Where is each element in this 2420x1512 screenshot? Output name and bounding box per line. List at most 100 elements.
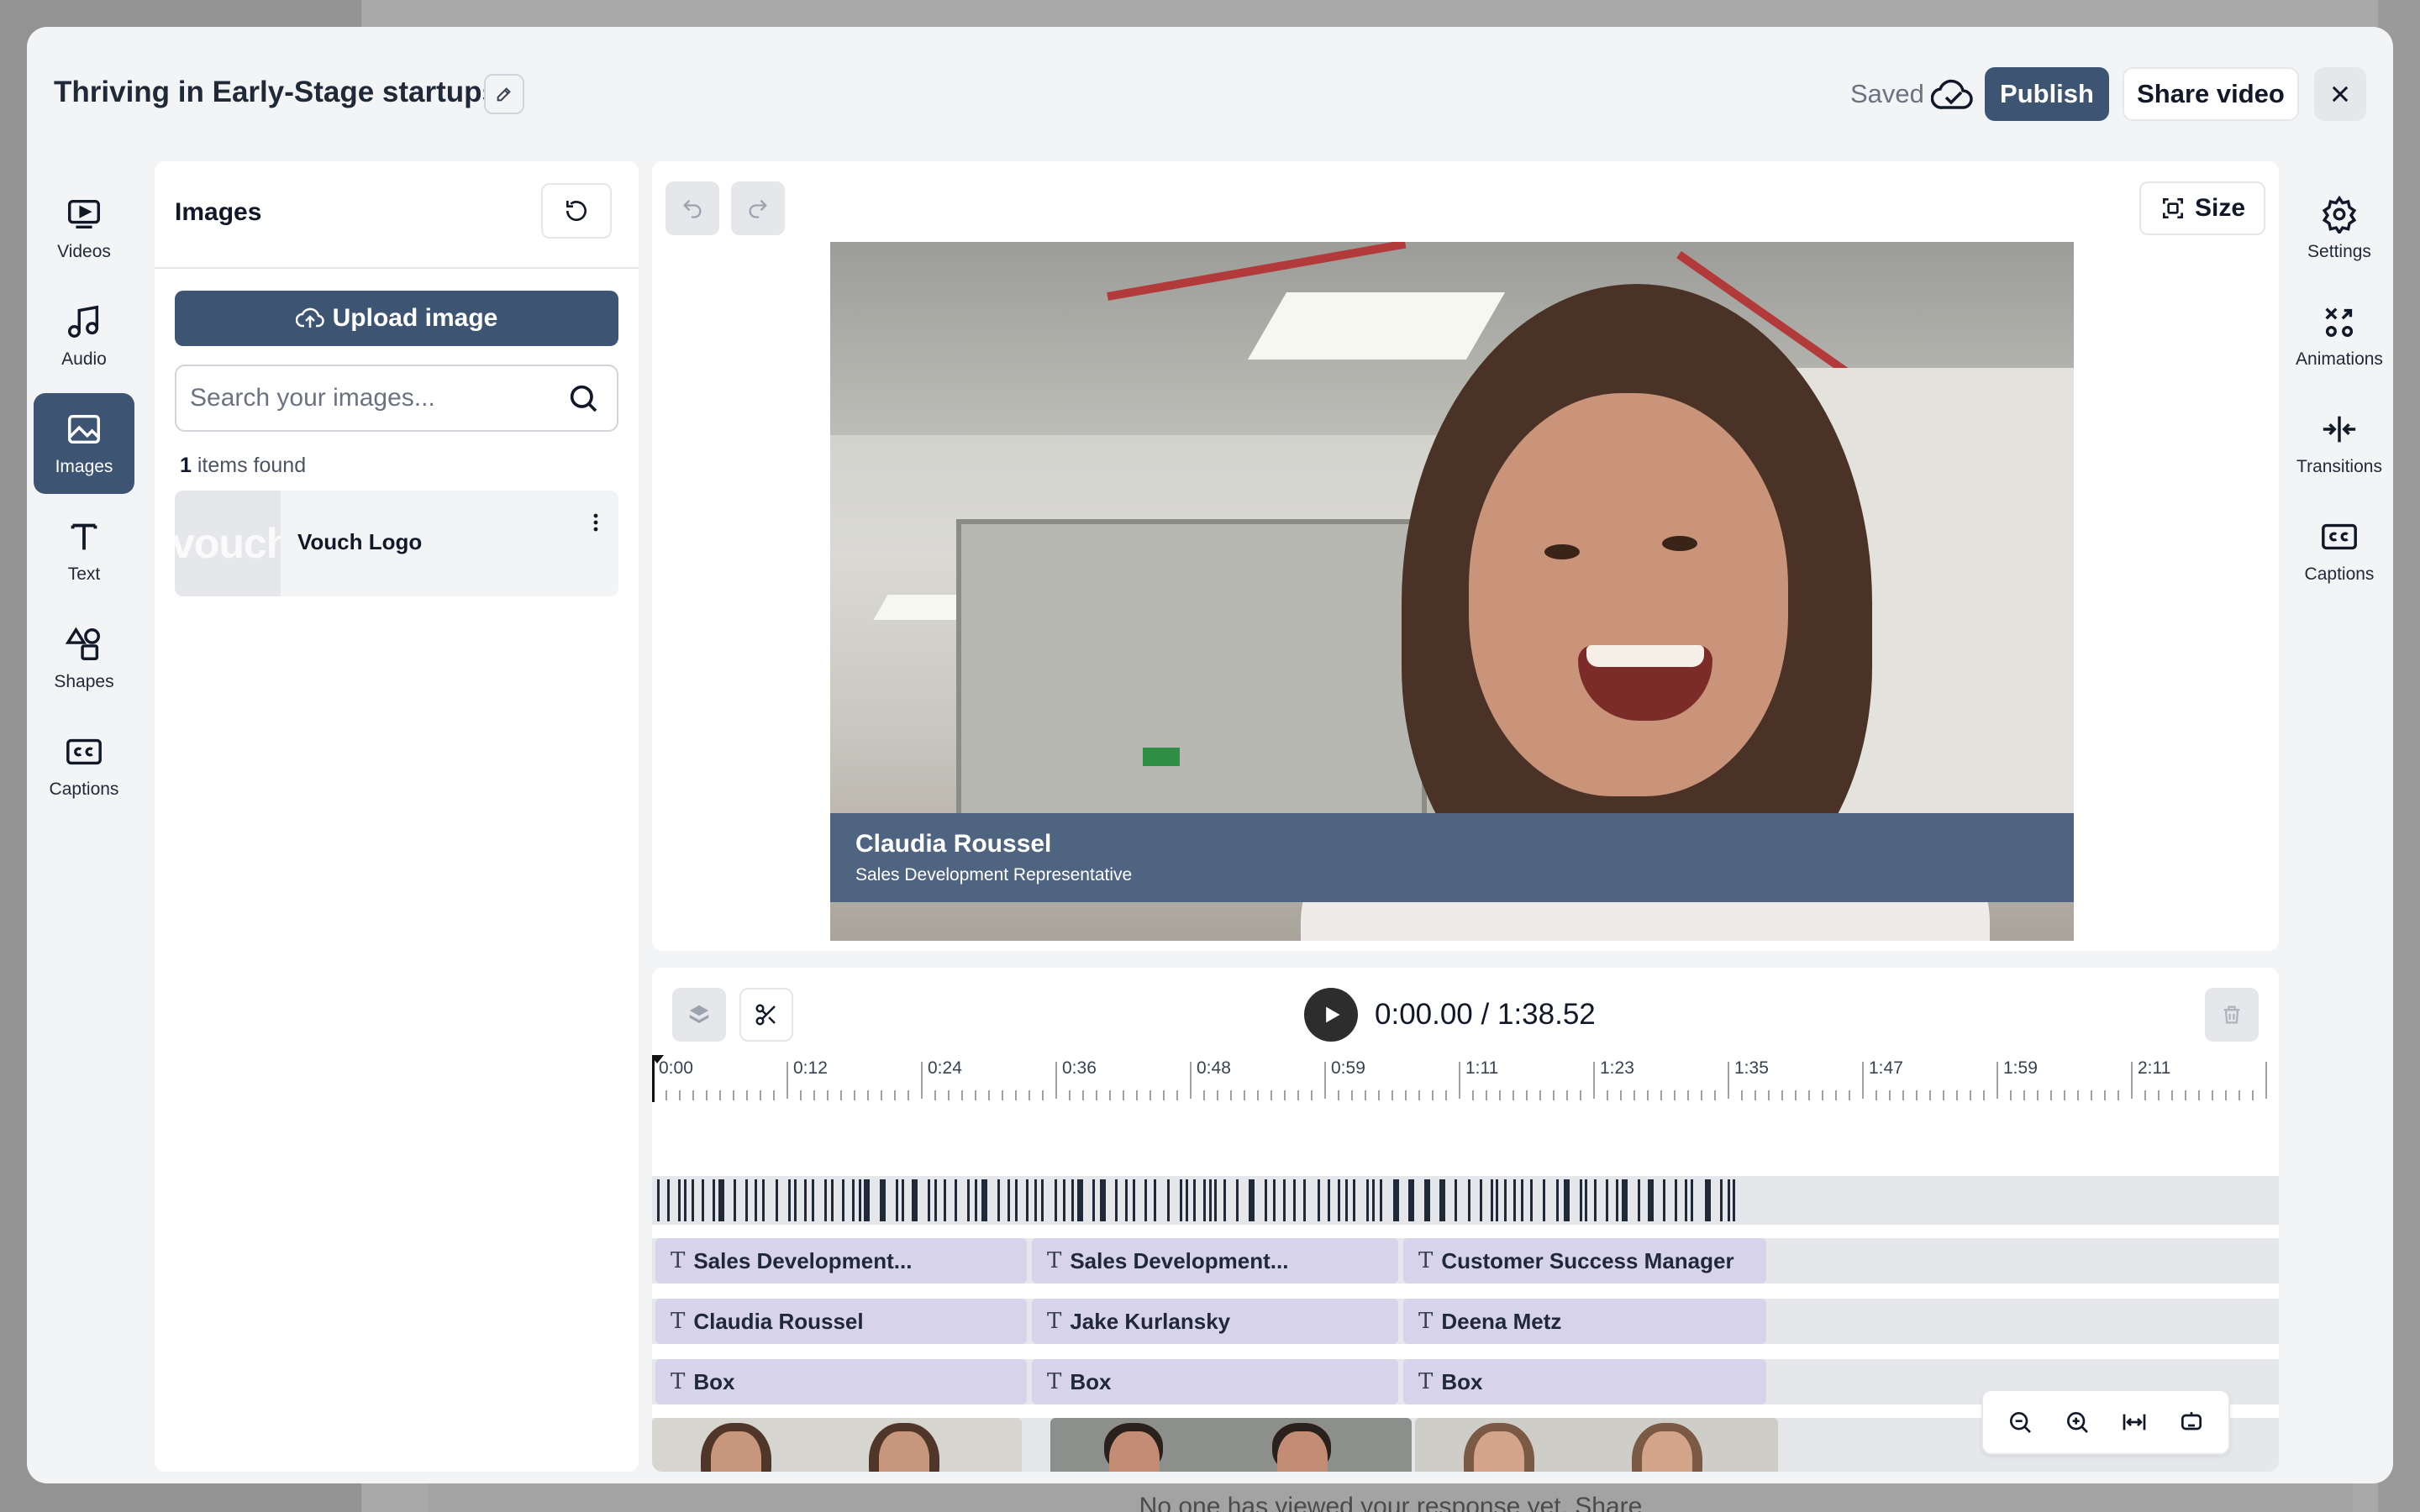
waveform-bar [678,1179,681,1221]
search-input[interactable] [190,366,551,430]
ruler-tick [2144,1090,2146,1100]
video-clip[interactable] [652,1418,1022,1472]
timeline-clip[interactable]: T Deena Metz [1403,1299,1766,1344]
waveform-bar [997,1179,1000,1221]
ruler-tick [1566,1090,1568,1100]
cloud-check-icon [1931,79,1973,109]
publish-button[interactable]: Publish [1985,67,2109,121]
undo-button[interactable] [666,181,719,235]
waveform-bar [1015,1179,1018,1221]
ruler-tick [706,1090,708,1100]
ruler-label: 1:11 [1465,1058,1499,1078]
waveform-bar [1092,1179,1095,1221]
waveform-bar [794,1179,797,1221]
ruler-tick [1876,1090,1877,1100]
rail-item-settings[interactable]: Settings [2289,178,2390,279]
rail-item-audio[interactable]: Audio [34,286,134,386]
more-options-button[interactable] [583,506,608,539]
text-icon: T [1047,1309,1062,1334]
rail-item-animations[interactable]: Animations [2289,286,2390,386]
waveform-bar [864,1179,870,1221]
auto-captions-button[interactable] [2168,1399,2215,1446]
ruler-tick [1459,1062,1460,1099]
redo-button[interactable] [731,181,785,235]
waveform-bar [1303,1179,1306,1221]
ruler-tick [733,1090,734,1100]
lower-third-name: Claudia Roussel [855,830,1052,858]
size-button[interactable]: Size [2139,181,2265,235]
waveform-bar [1115,1179,1118,1221]
close-button[interactable] [2314,67,2366,121]
fit-to-width-button[interactable] [2111,1399,2158,1446]
share-video-button[interactable]: Share video [2123,67,2299,121]
scissors-icon [755,1004,776,1026]
size-label: Size [2194,194,2246,222]
trash-icon [2223,1005,2240,1024]
audio-waveform-track[interactable] [652,1176,2279,1225]
office-glass-door [956,519,1427,838]
redo-icon [749,199,767,218]
ruler-tick [1123,1090,1124,1100]
image-name: Vouch Logo [297,529,423,554]
upload-image-button[interactable]: Upload image [175,291,618,346]
ruler-tick [1526,1090,1528,1100]
play-button[interactable] [1304,988,1358,1042]
timeline-clip[interactable]: T Box [1032,1359,1398,1404]
rail-item-transitions[interactable]: Transitions [2289,393,2390,494]
waveform-bar [944,1179,946,1221]
text-track-1: T Sales Development... T Sales Development… [652,1238,2279,1284]
rail-item-shapes[interactable]: Shapes [34,608,134,709]
playhead[interactable] [652,1055,664,1102]
ruler-tick [921,1062,923,1099]
waveform-bar [1491,1179,1493,1221]
image-list-item[interactable]: vouch Vouch Logo [175,491,618,596]
lower-third-banner[interactable]: Claudia Roussel Sales Development Repres… [830,813,2074,902]
rail-item-images[interactable]: Images [34,393,134,494]
ruler-tick [2104,1090,2106,1100]
video-clip[interactable] [1415,1418,1778,1472]
waveform-bar [734,1179,736,1221]
timeline-clip[interactable]: T Jake Kurlansky [1032,1299,1398,1344]
rail-item-captions-right[interactable]: Captions [2289,501,2390,601]
waveform-bar [1026,1179,1028,1221]
rail-item-captions[interactable]: Captions [34,716,134,816]
waveform-bar [1424,1179,1430,1221]
timeline-ruler[interactable]: 0:00 0:12 0:24 0:36 0:48 0:59 1:11 1:23 1:35 1:47… [652,1058,2279,1105]
clip-label: Deena Metz [1441,1308,1562,1334]
edit-title-button[interactable] [484,74,524,114]
ruler-label: 0:36 [1062,1058,1097,1078]
presenter-eye [1662,536,1697,551]
timeline-clip[interactable]: T Sales Development... [655,1238,1027,1284]
rail-item-videos[interactable]: Videos [34,178,134,279]
delete-button[interactable] [2205,988,2259,1042]
presenter-eye [1544,544,1580,559]
timeline-clip[interactable]: T Box [655,1359,1027,1404]
zoom-out-button[interactable] [1996,1399,2044,1446]
waveform-bar [1530,1179,1533,1221]
layers-button[interactable] [672,988,726,1042]
split-button[interactable] [739,988,793,1042]
waveform-bar [1249,1179,1255,1221]
refresh-button[interactable] [541,183,612,239]
timeline-clip[interactable]: T Customer Success Manager [1403,1238,1766,1284]
ruler-tick [854,1090,855,1100]
video-frame[interactable]: Claudia Roussel Sales Development Repres… [830,242,2074,941]
ruler-tick [1781,1090,1783,1100]
waveform-bar [1408,1179,1414,1221]
timeline-clip[interactable]: T Box [1403,1359,1766,1404]
waveform-bar [831,1179,834,1221]
zoom-in-button[interactable] [2054,1399,2101,1446]
undo-icon [683,199,702,218]
ruler-tick [2238,1090,2240,1100]
rail-item-label: Transitions [2296,457,2382,476]
timeline-clip[interactable]: T Claudia Roussel [655,1299,1027,1344]
rail-item-text[interactable]: Text [34,501,134,601]
video-clip[interactable] [1050,1418,1412,1472]
ruler-tick [1015,1090,1017,1100]
text-icon: T [671,1248,686,1273]
music-icon [68,305,99,338]
ruler-tick [2077,1090,2079,1100]
timeline-clip[interactable]: T Sales Development... [1032,1238,1398,1284]
search-icon[interactable] [566,381,600,415]
waveform-bar [1513,1179,1516,1221]
